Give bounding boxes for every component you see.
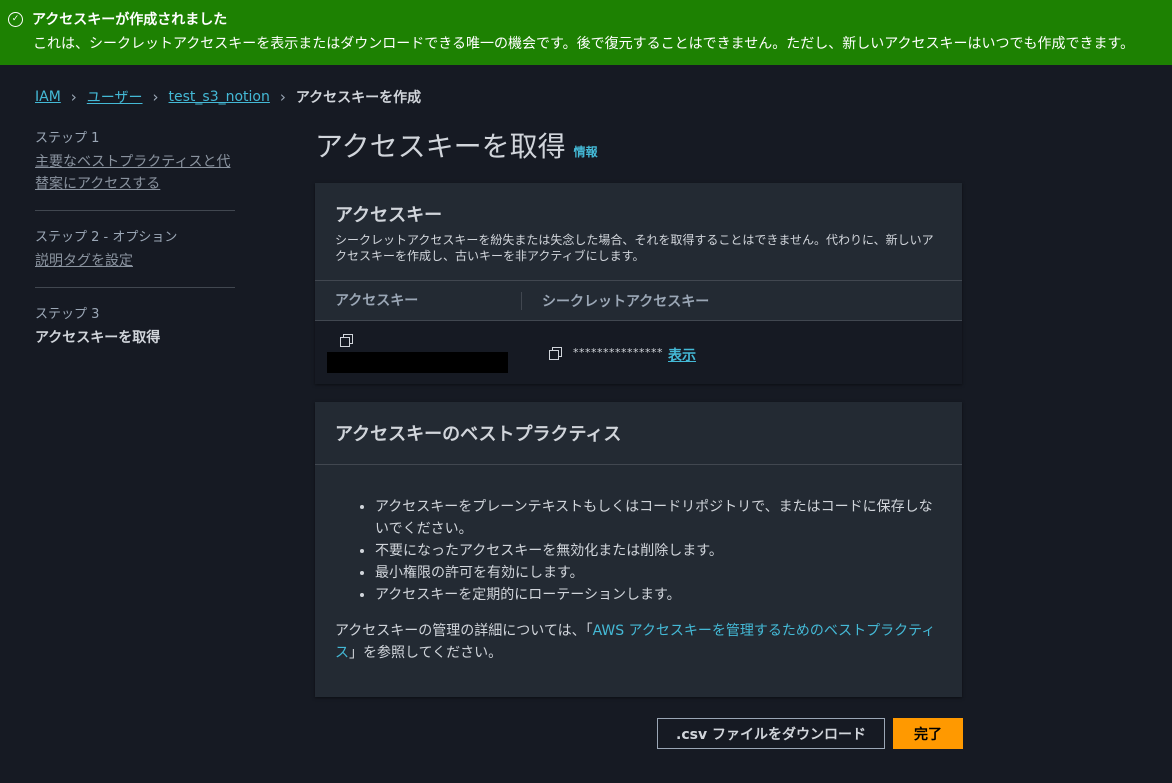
panel-title: アクセスキーのベストプラクティス xyxy=(335,424,622,445)
step-1-link[interactable]: 主要なベストプラクティスと代替案にアクセスする xyxy=(35,151,235,195)
list-item: アクセスキーを定期的にローテーションします。 xyxy=(375,584,945,606)
step-2: ステップ 2 - オプション 説明タグを設定 xyxy=(35,226,235,288)
step-1: ステップ 1 主要なベストプラクティスと代替案にアクセスする xyxy=(35,127,235,211)
list-item: 不要になったアクセスキーを無効化または削除します。 xyxy=(375,540,945,562)
col-secret-key: シークレットアクセスキー xyxy=(542,293,710,310)
step-number: ステップ 1 xyxy=(35,131,100,146)
step-3: ステップ 3 アクセスキーを取得 xyxy=(35,303,235,362)
banner-message: これは、シークレットアクセスキーを表示またはダウンロードできる唯一の機会です。後… xyxy=(33,36,1135,52)
best-practices-panel: アクセスキーのベストプラクティス アクセスキーをプレーンテキストもしくはコードリ… xyxy=(315,402,962,697)
step-number: ステップ 3 xyxy=(35,307,100,322)
breadcrumb-iam[interactable]: IAM xyxy=(35,89,61,105)
chevron-right-icon: › xyxy=(70,88,77,106)
chevron-right-icon: › xyxy=(279,88,286,106)
chevron-right-icon: › xyxy=(152,88,159,106)
page-title: アクセスキーを取得 xyxy=(315,130,566,163)
panel-description: シークレットアクセスキーを紛失または失念した場合、それを取得することはできません… xyxy=(335,233,934,263)
breadcrumb: IAM › ユーザー › test_s3_notion › アクセスキーを作成 xyxy=(35,87,421,107)
breadcrumb-user[interactable]: test_s3_notion xyxy=(169,89,270,105)
key-table-header: アクセスキー シークレットアクセスキー xyxy=(315,281,962,321)
info-link[interactable]: 情報 xyxy=(574,143,598,160)
panel-title: アクセスキー xyxy=(335,205,443,226)
list-item: アクセスキーをプレーンテキストもしくはコードリポジトリで、またはコードに保存しな… xyxy=(375,496,945,540)
ref-prefix: アクセスキーの管理の詳細については、「 xyxy=(335,623,593,639)
download-csv-button[interactable]: .csv ファイルをダウンロード xyxy=(657,718,885,749)
breadcrumb-current: アクセスキーを作成 xyxy=(295,90,422,106)
success-banner: ✓ アクセスキーが作成されました これは、シークレットアクセスキーを表示またはダ… xyxy=(0,0,1172,65)
access-key-panel: アクセスキー シークレットアクセスキーを紛失または失念した場合、それを取得するこ… xyxy=(315,183,962,384)
banner-title: アクセスキーが作成されました xyxy=(32,12,228,28)
best-practices-list: アクセスキーをプレーンテキストもしくはコードリポジトリで、またはコードに保存しな… xyxy=(315,496,945,606)
copy-icon[interactable] xyxy=(340,334,353,347)
step-3-current: アクセスキーを取得 xyxy=(35,330,161,346)
done-button[interactable]: 完了 xyxy=(893,718,963,749)
show-secret-link[interactable]: 表示 xyxy=(668,345,696,365)
copy-icon[interactable] xyxy=(549,347,562,360)
ref-suffix: 」を参照してください。 xyxy=(349,645,503,661)
secret-key-masked: *************** xyxy=(573,346,663,359)
redacted-access-key xyxy=(327,352,508,373)
page-title-row: アクセスキーを取得 情報 xyxy=(315,125,598,165)
step-2-link[interactable]: 説明タグを設定 xyxy=(35,250,235,272)
key-row: *************** 表示 xyxy=(315,321,962,384)
reference-text: アクセスキーの管理の詳細については、「AWS アクセスキーを管理するためのベスト… xyxy=(335,620,945,664)
list-item: 最小権限の許可を有効にします。 xyxy=(375,562,945,584)
step-number: ステップ 2 - オプション xyxy=(35,230,178,245)
col-access-key: アクセスキー xyxy=(315,291,522,310)
breadcrumb-users[interactable]: ユーザー xyxy=(87,87,143,107)
check-circle-icon: ✓ xyxy=(8,11,23,27)
panel-header: アクセスキー シークレットアクセスキーを紛失または失念した場合、それを取得するこ… xyxy=(315,183,962,281)
wizard-steps: ステップ 1 主要なベストプラクティスと代替案にアクセスする ステップ 2 - … xyxy=(35,127,235,377)
panel-header: アクセスキーのベストプラクティス xyxy=(315,402,962,465)
